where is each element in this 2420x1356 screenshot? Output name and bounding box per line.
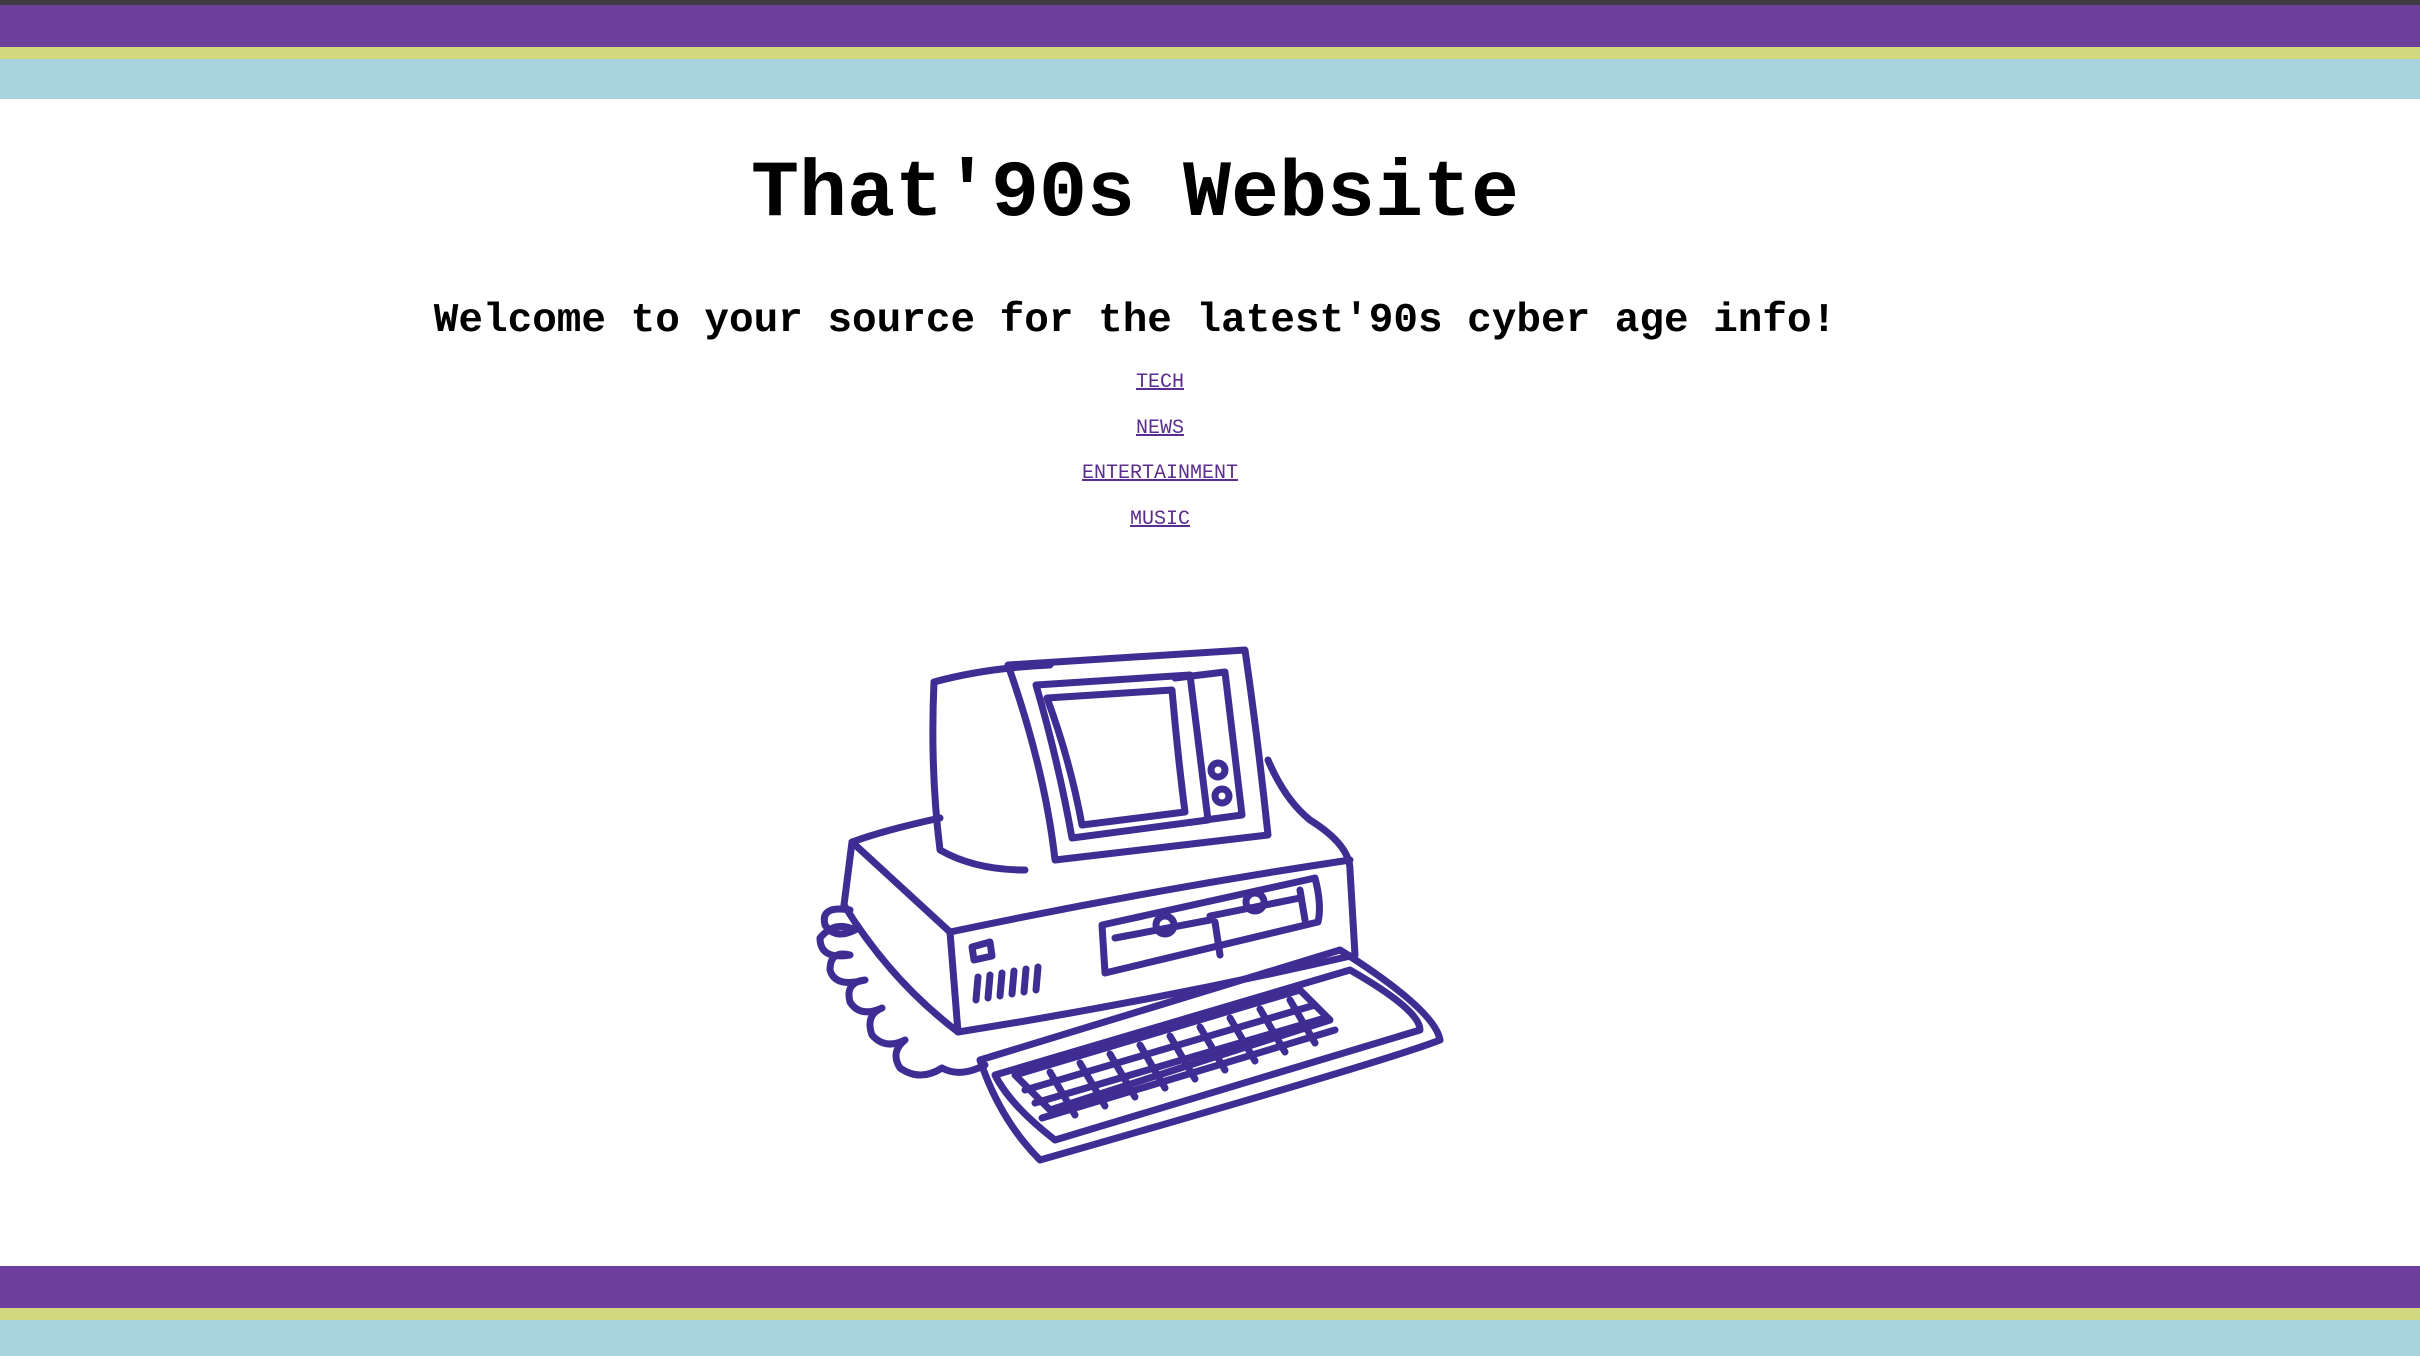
nav-link-tech[interactable]: TECH <box>0 370 2320 416</box>
page-subtitle: Welcome to your source for the latest'90… <box>433 298 1837 344</box>
retro-computer-icon <box>810 620 1460 1180</box>
page-title: That'90s Website <box>750 149 1520 240</box>
top-stripe-purple <box>0 5 2420 47</box>
nav-link-news[interactable]: NEWS <box>0 416 2320 462</box>
top-stripe-blue <box>0 59 2420 99</box>
bottom-stripe-purple <box>0 1266 2420 1308</box>
bottom-stripe-blue <box>0 1320 2420 1356</box>
bottom-stripe-lime <box>0 1308 2420 1320</box>
nav-link-music[interactable]: MUSIC <box>0 507 2320 553</box>
nav-link-entertainment[interactable]: ENTERTAINMENT <box>0 461 2320 507</box>
top-stripe-lime <box>0 47 2420 59</box>
main-nav: TECH NEWS ENTERTAINMENT MUSIC <box>0 370 2320 552</box>
